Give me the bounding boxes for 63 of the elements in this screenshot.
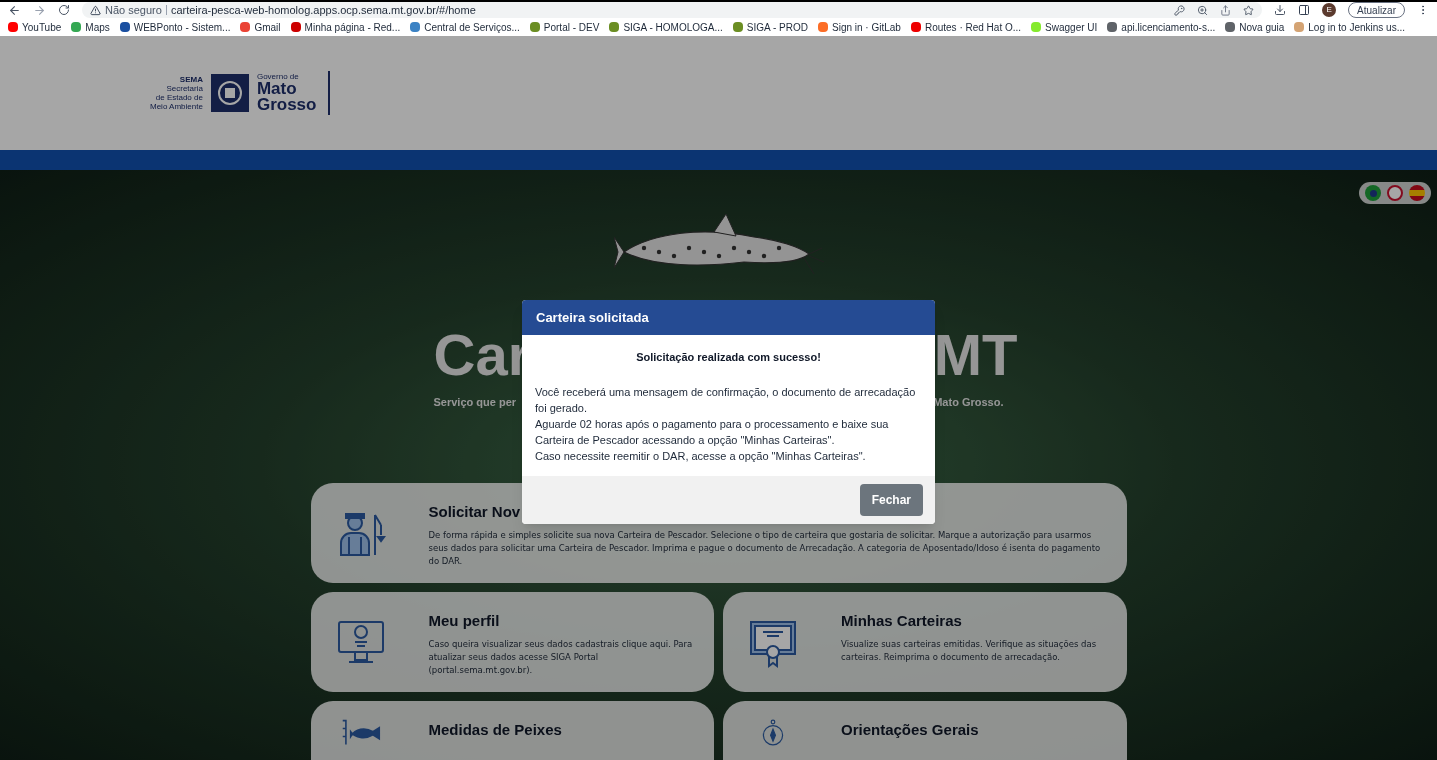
bookmark-link[interactable]: SIGA - HOMOLOGA... (623, 19, 723, 35)
star-icon[interactable] (1243, 4, 1255, 16)
key-icon[interactable] (1174, 4, 1186, 16)
card-description: Caso queira visualizar seus dados cadastrais clique aqui. Para atualizar seus dados acesse SIGA Portal (portal.sema.mt.gov.br). (428, 638, 694, 677)
profile-avatar[interactable]: E (1322, 3, 1337, 17)
dialog-message: Caso necessite reemitir o DAR, acesse a opção "Minhas Carteiras". (535, 448, 867, 464)
side-panel-icon[interactable] (1298, 4, 1311, 16)
service-card[interactable]: Meu perfil Caso queira visualizar seus dados cadastrais clique aqui. Para atualizar seus dados acesse SIGA Portal (portal.sema.mt.gov.br). (310, 591, 714, 692)
bookmark-link[interactable]: Routes · Red Hat O... (924, 19, 1022, 35)
back-icon[interactable] (8, 3, 21, 17)
agency-name-text: SEMA (179, 75, 203, 84)
url-text: carteira-pesca-web-homolog.apps.ocp.sema.mt.gov.br/#/home (170, 2, 476, 18)
language-flags[interactable] (1359, 182, 1431, 204)
state-name-text: Grosso (256, 97, 317, 113)
bookmark-link[interactable]: Gmail (254, 19, 281, 35)
address-bar[interactable]: Não seguro carteira-pesca-web-homolog.apps.ocp.sema.mt.gov.br/#/home (82, 2, 1263, 18)
close-button[interactable]: Fechar (859, 483, 923, 516)
bookmark-link[interactable]: Log in to Jenkins us... (1308, 19, 1406, 35)
service-card[interactable]: Medidas de Peixes (310, 700, 714, 760)
card-title: Solicitar Nov (428, 501, 522, 522)
bookmark-link[interactable]: Portal - DEV (543, 19, 600, 35)
bookmark-link[interactable]: Sign in · GitLab (832, 19, 901, 35)
compass-icon (762, 718, 784, 746)
card-title: Orientações Gerais (841, 719, 980, 740)
warning-icon (90, 4, 101, 16)
bookmark-link[interactable]: WEBPonto - Sistem... (133, 19, 231, 35)
spain-flag-icon[interactable] (1409, 185, 1425, 201)
government-label: Governo de (256, 73, 300, 81)
reload-icon[interactable] (58, 4, 70, 16)
service-card[interactable]: Minhas Carteiras Visualize suas carteiras emitidas. Verifique as situações das carteiras. Reimprima o documento de arrecadação. (723, 591, 1127, 692)
card-title: Minhas Carteiras (841, 610, 963, 631)
fish-ruler-icon (340, 718, 381, 746)
bookmark-link[interactable]: Maps (85, 19, 110, 35)
card-description: Visualize suas carteiras emitidas. Verifique as situações das carteiras. Reimprima o documento de arrecadação. (841, 638, 1098, 664)
hero-title: Car (433, 326, 531, 384)
forward-icon[interactable] (33, 3, 46, 17)
bookmark-link[interactable]: Minha página - Red... (304, 19, 401, 35)
security-label: Não seguro (105, 2, 162, 18)
share-icon[interactable] (1220, 4, 1232, 16)
bookmark-link[interactable]: Swagger UI (1045, 19, 1098, 35)
agency-name-text: de Estado de (155, 93, 203, 102)
hero-title: MT (933, 326, 1018, 384)
dialog-message: Você receberá uma mensagem de confirmação, o documento de arrecadação foi gerado. (535, 384, 917, 416)
service-card[interactable]: Orientações Gerais (723, 700, 1127, 760)
bookmark-link[interactable]: api.licenciamento-s... (1121, 19, 1216, 35)
bookmark-link[interactable]: YouTube (22, 19, 62, 35)
card-title: Medidas de Peixes (428, 719, 563, 740)
agency-name-text: Secretaria (166, 84, 203, 93)
dialog-title: Carteira solicitada (536, 308, 649, 327)
coat-of-arms-logo (210, 74, 249, 112)
brazil-flag-icon[interactable] (1365, 185, 1381, 201)
bookmark-link[interactable]: Central de Serviços... (424, 19, 520, 35)
dialog-message: Aguarde 02 horas após o pagamento para o processamento e baixe sua Carteira de Pescador acessando a opção "Minhas Carteiras". (535, 416, 890, 448)
card-description: De forma rápida e simples solicite sua nova Carteira de Pescador. Selecione o tipo de carteira que gostaria de solicitar. Marque a autorização para usarmos seus dados para solicitar uma Carteira de Pescador. Imprima e pague o documento de Arrecadação. A categoria de Aposentado/Idoso é isenta do pagamento do DAR. (428, 529, 1102, 568)
hero-subtitle: Serviço que per (433, 395, 517, 410)
bookmark-link[interactable]: SIGA - PROD (746, 19, 808, 35)
card-title: Meu perfil (428, 610, 501, 631)
dialog-heading: Solicitação realizada com sucesso! (635, 350, 822, 365)
download-icon[interactable] (1274, 4, 1287, 16)
state-name-text: Mato (256, 81, 298, 97)
zoom-icon[interactable] (1197, 4, 1209, 16)
bookmark-link[interactable]: Nova guia (1239, 19, 1285, 35)
agency-name-text: Meio Ambiente (150, 102, 203, 111)
